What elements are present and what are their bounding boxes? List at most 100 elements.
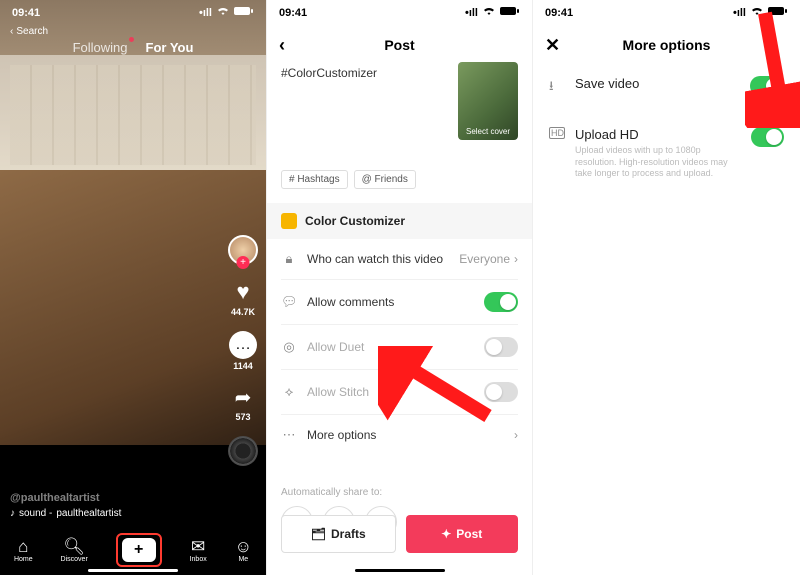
bottom-nav: ⌂Home 🔍︎Discover + ✉Inbox ☺Me — [0, 525, 266, 575]
post-header: ‹ Post — [267, 28, 532, 62]
comment-count: 1144 — [233, 361, 253, 371]
stitch-label: Allow Stitch — [307, 385, 369, 399]
comments-label: Allow comments — [307, 295, 394, 309]
row-save-video[interactable]: ⭳ Save video — [549, 62, 784, 113]
status-bar: 09:41 •ıll — [0, 6, 266, 19]
home-icon: ⌂ — [18, 538, 28, 555]
home-indicator — [88, 569, 178, 572]
privacy-value: Everyone — [459, 252, 510, 266]
status-time: 09:41 — [279, 7, 307, 19]
drafts-icon: 🗂︎ — [311, 527, 326, 541]
row-upload-hd[interactable]: HD Upload HD Upload videos with up to 10… — [549, 113, 784, 194]
app-icon — [281, 213, 297, 229]
feed-table — [0, 170, 266, 445]
chevron-left-icon: ‹ — [10, 26, 13, 37]
toggle-stitch[interactable] — [484, 382, 518, 402]
lock-icon: 🔒︎ — [281, 251, 297, 267]
comment-icon: 💬︎ — [281, 294, 297, 310]
wifi-icon — [482, 6, 496, 19]
like-count: 44.7K — [231, 307, 255, 317]
status-indicators: •ıll — [733, 6, 788, 19]
music-note-icon: ♪ — [10, 508, 15, 519]
row-more-options[interactable]: ⋯More options › — [281, 415, 518, 455]
tab-following[interactable]: Following — [73, 40, 128, 55]
download-icon: ⭳ — [549, 76, 565, 99]
tab-foryou[interactable]: For You — [146, 40, 194, 55]
status-time: 09:41 — [12, 7, 40, 19]
sound-row[interactable]: ♪ sound - paulthealtartist — [10, 508, 121, 519]
app-section[interactable]: Color Customizer — [267, 203, 532, 239]
toggle-upload-hd[interactable] — [751, 127, 784, 147]
toggle-duet[interactable] — [484, 337, 518, 357]
nav-home-label: Home — [14, 556, 33, 563]
status-bar: 09:41 •ıll — [533, 6, 800, 19]
avatar-icon: + — [228, 235, 258, 265]
select-cover[interactable]: Select cover — [458, 62, 518, 140]
nav-create[interactable]: + — [122, 538, 156, 562]
chevron-right-icon: › — [514, 428, 518, 442]
share-count: 573 — [235, 412, 250, 422]
phone-post: 09:41 •ıll ‹ Post #ColorCustomizer Selec… — [266, 0, 533, 575]
signal-icon: •ıll — [199, 7, 212, 19]
row-privacy[interactable]: 🔒︎ Who can watch this video Everyone › — [281, 239, 518, 280]
search-link[interactable]: ‹ Search — [10, 26, 48, 37]
privacy-label: Who can watch this video — [307, 252, 443, 266]
duet-label: Allow Duet — [307, 340, 364, 354]
battery-icon — [500, 6, 520, 19]
close-button[interactable]: ✕ — [545, 35, 560, 56]
nav-me-label: Me — [238, 556, 248, 563]
username[interactable]: @paulthealtartist — [10, 492, 121, 504]
share-label: Automatically share to: — [281, 487, 518, 498]
drafts-button[interactable]: 🗂︎ Drafts — [281, 515, 396, 553]
battery-icon — [234, 6, 254, 19]
row-allow-stitch[interactable]: ⟡ Allow Stitch — [281, 370, 518, 415]
comment-button[interactable]: … 1144 — [229, 331, 257, 371]
nav-discover[interactable]: 🔍︎Discover — [61, 538, 88, 563]
row-allow-comments[interactable]: 💬︎ Allow comments — [281, 280, 518, 325]
nav-inbox-label: Inbox — [190, 556, 207, 563]
drafts-label: Drafts — [331, 527, 366, 541]
like-button[interactable]: ♥ 44.7K — [231, 279, 255, 317]
hashtags-pill[interactable]: # Hashtags — [281, 170, 348, 189]
feed-room — [0, 55, 266, 175]
post-button[interactable]: ✦Post — [406, 515, 519, 553]
sound-disc[interactable] — [228, 436, 258, 466]
save-video-label: Save video — [575, 76, 639, 91]
app-name: Color Customizer — [305, 214, 405, 228]
toggle-comments[interactable] — [484, 292, 518, 312]
post-content: #ColorCustomizer Select cover # Hashtags… — [267, 62, 532, 575]
share-icon: ➦ — [235, 385, 252, 410]
post-label: Post — [456, 527, 482, 541]
profile-avatar[interactable]: + — [228, 235, 258, 265]
status-indicators: •ıll — [199, 6, 254, 19]
status-bar: 09:41 •ıll — [267, 6, 532, 19]
stitch-icon: ⟡ — [281, 384, 297, 400]
chevron-right-icon: › — [514, 252, 518, 266]
post-title: Post — [384, 37, 414, 53]
phone-more-options: 09:41 •ıll ✕ More options ⭳ Save video H… — [533, 0, 800, 575]
phone-feed: 09:41 •ıll ‹ Search Following For You — [0, 0, 266, 575]
nav-inbox[interactable]: ✉Inbox — [190, 538, 207, 563]
caption-input[interactable]: #ColorCustomizer — [281, 62, 450, 140]
signal-icon: •ıll — [733, 7, 746, 19]
home-indicator — [355, 569, 445, 572]
duet-icon: ◎ — [281, 339, 297, 355]
more-header: ✕ More options — [533, 28, 800, 62]
nav-me[interactable]: ☺Me — [235, 538, 252, 563]
cover-label: Select cover — [466, 127, 510, 136]
search-label: Search — [16, 26, 48, 37]
video-meta: @paulthealtartist ♪ sound - paulthealtar… — [10, 492, 121, 519]
nav-home[interactable]: ⌂Home — [14, 538, 33, 563]
toggle-save-video[interactable] — [750, 76, 784, 96]
heart-icon: ♥ — [236, 279, 249, 305]
back-button[interactable]: ‹ — [279, 35, 285, 56]
plus-icon: + — [134, 541, 143, 559]
share-button[interactable]: ➦ 573 — [235, 385, 252, 422]
hd-icon: HD — [549, 127, 565, 139]
feed-tabs: Following For You — [0, 40, 266, 55]
more-title: More options — [623, 37, 711, 53]
row-allow-duet[interactable]: ◎ Allow Duet — [281, 325, 518, 370]
inbox-icon: ✉ — [191, 538, 205, 555]
wifi-icon — [750, 6, 764, 19]
friends-pill[interactable]: @ Friends — [354, 170, 416, 189]
